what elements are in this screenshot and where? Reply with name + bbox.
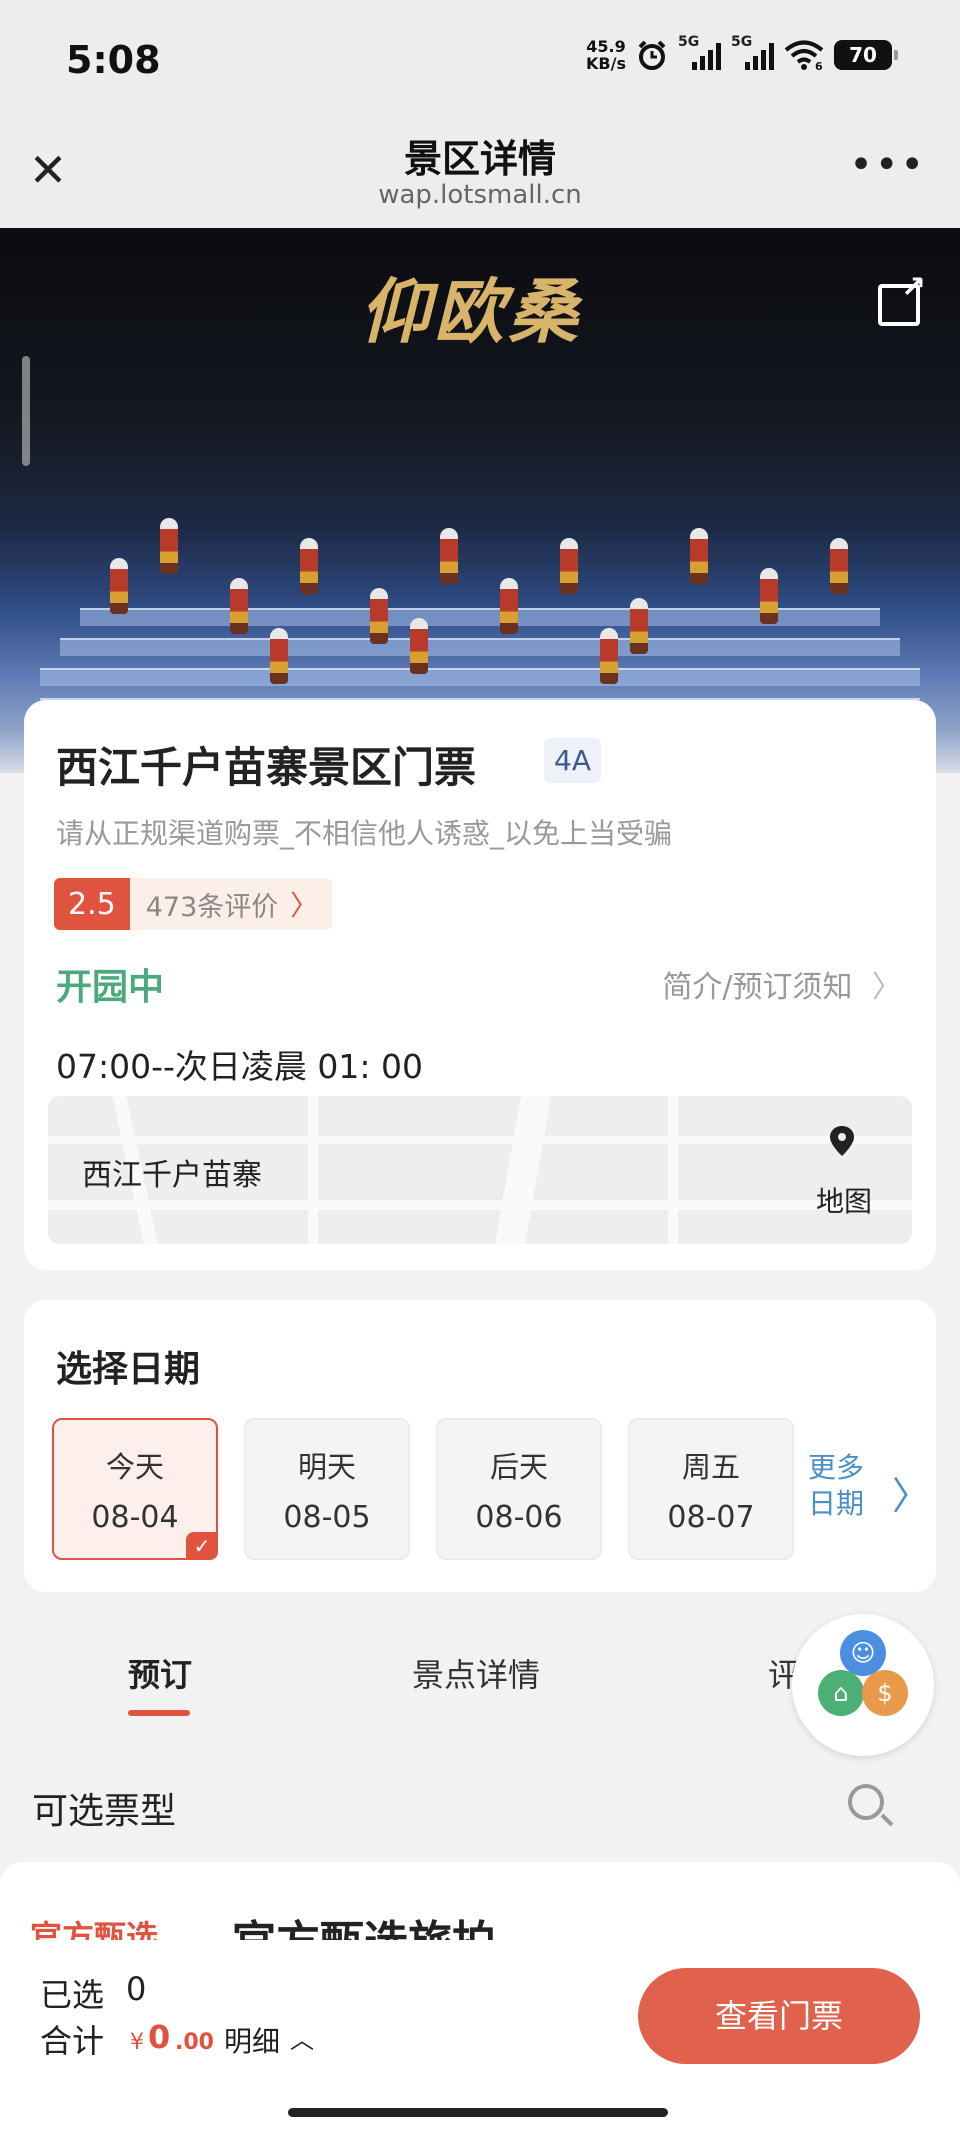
date-day: 今天 <box>105 1450 164 1484</box>
scenic-name: 西江千户苗寨景区门票 <box>56 743 477 792</box>
more-dates-button[interactable]: 更多 日期 <box>808 1450 878 1522</box>
date-value: 08-07 <box>667 1500 755 1535</box>
wifi-label: 6 <box>815 60 823 71</box>
status-time: 5:08 <box>66 38 161 82</box>
date-select-card: 选择日期 今天 08-04 ✓ 明天 08-05 后天 08-06 周五 08-… <box>24 1300 936 1592</box>
date-day: 周五 <box>681 1450 740 1484</box>
search-icon[interactable] <box>848 1784 884 1820</box>
location-pin-icon <box>830 1126 854 1163</box>
money-bag-icon: $ <box>862 1670 908 1716</box>
total-amount: 0 <box>148 2018 171 2056</box>
total-label: 合计 <box>40 2022 105 2060</box>
date-option-tomorrow[interactable]: 明天 08-05 <box>244 1418 410 1560</box>
status-bar: 5:08 45.9 KB/s 5G 5G 6 70 <box>0 0 960 118</box>
home-indicator[interactable] <box>288 2108 668 2117</box>
chevron-right-icon: 〉 <box>872 970 902 1005</box>
hero-image[interactable]: 仰欧桑 <box>0 228 960 773</box>
date-option-day-after[interactable]: 后天 08-06 <box>436 1418 602 1560</box>
total-amount-decimal: .00 <box>175 2030 214 2055</box>
bottom-checkout-bar: 已选 0 合计 ¥ 0 .00 明细 ︿ 查看门票 <box>0 1940 960 2133</box>
date-section-title: 选择日期 <box>56 1349 201 1390</box>
date-day: 后天 <box>489 1450 548 1484</box>
rating-link[interactable]: 2.5 473条评价 〉 <box>54 878 333 930</box>
selected-count: 0 <box>126 1970 147 2008</box>
intro-link-label: 简介/预订须知 <box>662 970 853 1005</box>
map-place-name: 西江千户苗寨 <box>82 1158 262 1193</box>
intro-booking-link[interactable]: 简介/预订须知 〉 <box>662 962 902 1006</box>
grade-badge: 4A <box>544 738 601 783</box>
tab-active-indicator <box>128 1710 190 1716</box>
date-day: 明天 <box>297 1450 356 1484</box>
cellular-signal-icon: 5G <box>678 34 721 70</box>
review-count: 473条评价 <box>145 891 279 923</box>
date-value: 08-04 <box>91 1500 179 1535</box>
scenic-info-card: 西江千户苗寨景区门票 4A 请从正规渠道购票_不相信他人诱惑_以免上当受骗 2.… <box>24 700 936 1270</box>
date-value: 08-06 <box>475 1500 563 1535</box>
page-title: 景区详情 <box>403 137 556 181</box>
date-option-friday[interactable]: 周五 08-07 <box>628 1418 794 1560</box>
hero-scroll-indicator <box>22 356 30 466</box>
cellular-signal-icon: 5G <box>731 34 774 70</box>
rating-score: 2.5 <box>54 878 130 930</box>
map-preview[interactable]: 西江千户苗寨 地图 <box>48 1096 912 1244</box>
nav-bar: ✕ 景区详情 wap.lotsmall.cn ••• <box>0 118 960 228</box>
map-label[interactable]: 地图 <box>816 1180 872 1220</box>
ticket-types-title: 可选票型 <box>32 1791 177 1832</box>
wifi-icon: 6 <box>784 40 824 71</box>
alarm-icon <box>638 40 666 70</box>
user-icon: ☺ <box>840 1630 886 1676</box>
chevron-right-icon[interactable]: 〉 <box>892 1465 930 1520</box>
open-status: 开园中 <box>56 967 165 1008</box>
selected-label: 已选 <box>40 1976 105 2014</box>
share-icon[interactable] <box>878 270 926 326</box>
battery-icon: 70 <box>834 40 898 70</box>
status-indicators: 45.9 KB/s 5G 5G 6 70 <box>586 34 898 73</box>
view-tickets-button[interactable]: 查看门票 <box>638 1968 920 2064</box>
hero-title-art: 仰欧桑 <box>360 270 582 353</box>
date-option-today[interactable]: 今天 08-04 ✓ <box>52 1418 218 1560</box>
more-dots-icon[interactable]: ••• <box>849 142 926 188</box>
floating-service-button[interactable]: ☺ ⌂ $ <box>792 1614 934 1756</box>
chevron-up-icon[interactable]: ︿ <box>290 2020 314 2055</box>
price-detail-toggle[interactable]: 明细 <box>224 2020 280 2060</box>
date-value: 08-05 <box>283 1500 371 1535</box>
home-icon: ⌂ <box>818 1670 864 1716</box>
page-url: wap.lotsmall.cn <box>378 180 582 210</box>
tab-booking[interactable]: 预订 <box>128 1650 192 1696</box>
network-speed: 45.9 KB/s <box>586 37 626 73</box>
purchase-notice: 请从正规渠道购票_不相信他人诱惑_以免上当受骗 <box>56 817 673 850</box>
opening-hours: 07:00--次日凌晨 01: 00 <box>56 1047 423 1086</box>
currency-symbol: ¥ <box>130 2030 144 2055</box>
tab-scenic-details[interactable]: 景点详情 <box>412 1650 540 1696</box>
check-icon: ✓ <box>186 1532 218 1560</box>
chevron-right-icon: 〉 <box>290 889 319 922</box>
